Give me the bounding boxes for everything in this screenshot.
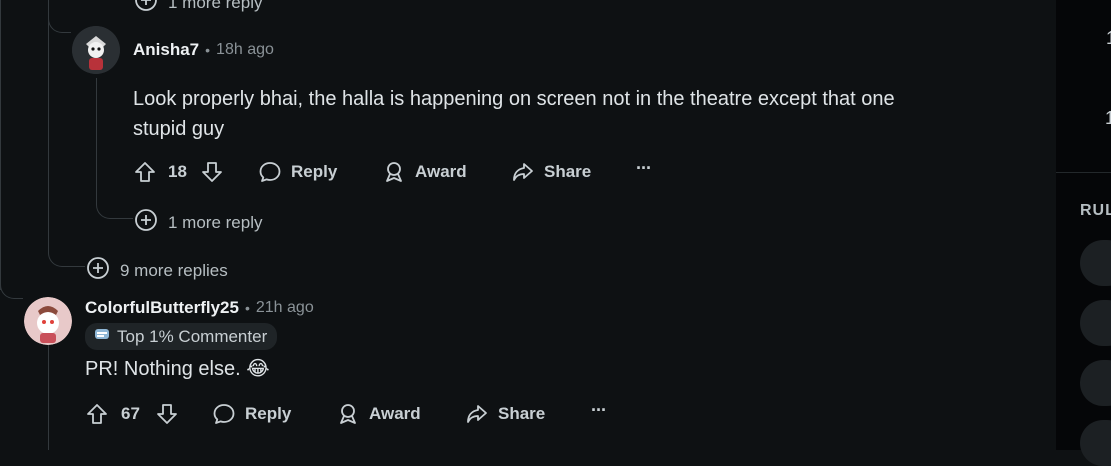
- reply-vote-count: 18: [168, 162, 187, 181]
- overflow-menu-icon: ···: [636, 158, 652, 178]
- comment-separator: •: [244, 300, 250, 316]
- more-replies-link[interactable]: 9 more replies: [86, 256, 228, 285]
- badge-label: Top 1% Commenter: [117, 326, 268, 346]
- vote-count: 67: [121, 404, 140, 424]
- overflow-menu-icon: ···: [591, 400, 607, 420]
- plus-circle-icon: [134, 208, 158, 237]
- reply-timestamp[interactable]: 18h ago: [216, 41, 274, 59]
- thread-line-comment: [48, 345, 49, 450]
- downvote-arrow-icon: [155, 402, 179, 426]
- thread-line-level3: [96, 78, 97, 200]
- sidebar-divider: [1056, 172, 1111, 173]
- share-button-label: Share: [544, 162, 592, 181]
- upvote-button[interactable]: [85, 402, 109, 426]
- thread-curve-more-replies: [48, 244, 85, 267]
- reply-button-label: Reply: [245, 404, 292, 423]
- share-arrow-icon: [465, 402, 489, 426]
- award-button[interactable]: Award: [382, 160, 467, 184]
- reply-button-label: Reply: [291, 162, 338, 181]
- share-button[interactable]: Share: [511, 160, 591, 184]
- thread-curve-reply: [96, 196, 133, 219]
- reply-header: Anisha7 • 18h ago: [133, 40, 274, 60]
- reply-separator: •: [205, 42, 211, 58]
- thread-curve-outer: [0, 270, 23, 299]
- downvote-arrow-icon: [200, 160, 224, 184]
- award-icon: [336, 402, 360, 426]
- badge-icon: [93, 325, 111, 348]
- reply-button[interactable]: Reply: [258, 160, 337, 184]
- comment-header: ColorfulButterfly25 • 21h ago: [85, 298, 314, 318]
- comment-vote-count: 67: [121, 404, 140, 423]
- plus-circle-icon: [134, 0, 158, 17]
- more-reply-label: 1 more reply: [168, 212, 263, 232]
- vote-count: 18: [168, 162, 187, 182]
- more-replies-label: 9 more replies: [120, 260, 228, 280]
- reply-body-line-1: Look properly bhai, the halla is happeni…: [133, 88, 895, 110]
- avatar-colorfulbutterfly25[interactable]: [24, 297, 72, 345]
- comment-bubble-icon: [212, 402, 236, 426]
- award-button-label: Award: [369, 404, 421, 423]
- plus-circle-icon: [86, 256, 110, 285]
- share-arrow-icon: [511, 160, 535, 184]
- thread-line-level2: [48, 0, 49, 250]
- more-reply-link-top[interactable]: 1 more reply: [134, 0, 262, 17]
- reply-author[interactable]: Anisha7: [133, 40, 199, 60]
- more-options-button[interactable]: ···: [591, 400, 607, 421]
- comment-body: PR! Nothing else. 😂: [85, 358, 270, 380]
- upvote-arrow-icon: [85, 402, 109, 426]
- more-options-button[interactable]: ···: [636, 158, 652, 179]
- avatar-anisha7[interactable]: [72, 26, 120, 74]
- share-button-label: Share: [498, 404, 546, 423]
- reply-button[interactable]: Reply: [212, 402, 291, 426]
- sidebar-stat-1: 1: [1106, 28, 1111, 49]
- comment-bubble-icon: [258, 160, 282, 184]
- comment-timestamp[interactable]: 21h ago: [256, 299, 314, 317]
- sidebar-stat-2: 1: [1105, 108, 1111, 128]
- thread-curve-reply-top: [48, 10, 71, 33]
- upvote-button[interactable]: [133, 160, 157, 184]
- downvote-button[interactable]: [155, 402, 179, 426]
- award-icon: [382, 160, 406, 184]
- award-button-label: Award: [415, 162, 467, 181]
- more-reply-link[interactable]: 1 more reply: [134, 208, 262, 237]
- share-button[interactable]: Share: [465, 402, 545, 426]
- sidebar-rules-heading: RUL: [1080, 202, 1111, 219]
- reply-body: Look properly bhai, the halla is happeni…: [133, 84, 1033, 144]
- downvote-button[interactable]: [200, 160, 224, 184]
- more-reply-label: 1 more reply: [168, 0, 263, 12]
- upvote-arrow-icon: [133, 160, 157, 184]
- reply-body-line-2: stupid guy: [133, 118, 225, 140]
- thread-line-outer: [0, 0, 1, 290]
- comment-author[interactable]: ColorfulButterfly25: [85, 298, 239, 318]
- award-button[interactable]: Award: [336, 402, 421, 426]
- top-commenter-badge: Top 1% Commenter: [85, 323, 278, 350]
